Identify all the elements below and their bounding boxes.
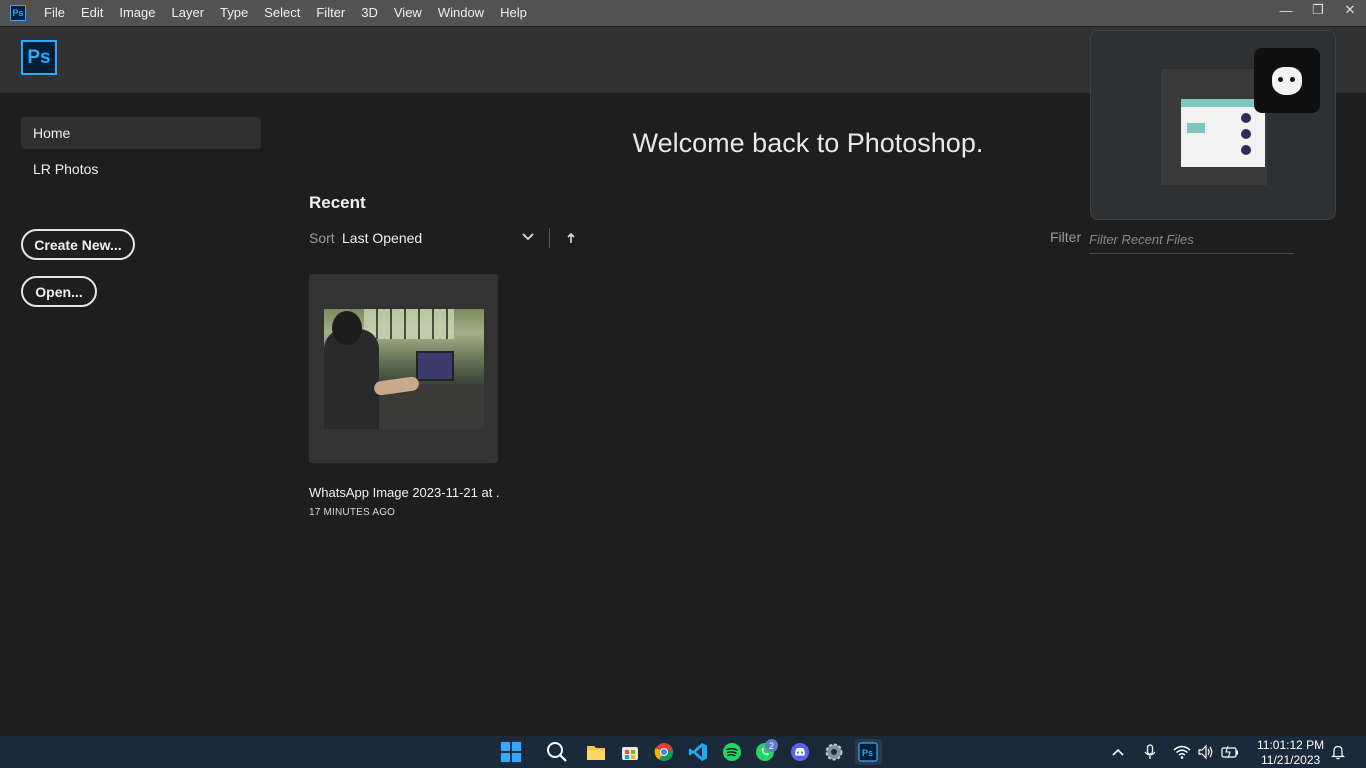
settings-icon[interactable] — [823, 741, 845, 763]
menu-bar: Ps File Edit Image Layer Type Select Fil… — [0, 0, 1366, 26]
taskbar: 2 Ps 11:01:12 PM 11/21/2023 — [0, 736, 1366, 768]
menu-filter[interactable]: Filter — [308, 0, 353, 26]
create-new-button[interactable]: Create New... — [21, 229, 135, 260]
sort-direction-up-icon[interactable] — [565, 230, 577, 246]
filter-label: Filter — [1050, 229, 1082, 245]
windows-start-icon[interactable] — [500, 741, 522, 763]
menu-type[interactable]: Type — [212, 0, 256, 26]
menu-layer[interactable]: Layer — [164, 0, 213, 26]
photoshop-logo: Ps — [21, 40, 57, 75]
svg-text:Ps: Ps — [862, 748, 873, 758]
menu-edit[interactable]: Edit — [73, 0, 111, 26]
taskbar-window-preview[interactable] — [1090, 30, 1336, 220]
show-hidden-icons-chevron-up-icon[interactable] — [1111, 744, 1125, 760]
wifi-icon[interactable] — [1173, 744, 1191, 760]
clock-date[interactable]: 11/21/2023 — [1261, 753, 1320, 767]
chrome-icon[interactable] — [653, 741, 675, 763]
filter-recent-files-input[interactable] — [1089, 226, 1294, 254]
clock-time[interactable]: 11:01:12 PM — [1257, 738, 1324, 752]
whatsapp-badge: 2 — [765, 739, 778, 752]
microsoft-store-icon[interactable] — [619, 741, 641, 763]
menu-select[interactable]: Select — [256, 0, 308, 26]
notification-bell-icon[interactable] — [1331, 744, 1345, 760]
menu-window[interactable]: Window — [430, 0, 492, 26]
preview-app-avatar — [1254, 48, 1320, 113]
open-button[interactable]: Open... — [21, 276, 97, 307]
search-icon[interactable] — [546, 741, 568, 763]
close-button[interactable]: ✕ — [1334, 0, 1366, 20]
menu-view[interactable]: View — [386, 0, 430, 26]
menu-3d[interactable]: 3D — [353, 0, 386, 26]
recent-file-card[interactable] — [309, 274, 498, 463]
vscode-icon[interactable] — [687, 741, 709, 763]
preview-thumbnail[interactable] — [1161, 69, 1267, 185]
sidebar-item-lr-photos[interactable]: LR Photos — [21, 153, 261, 185]
photoshop-taskbar-icon[interactable]: Ps — [857, 741, 879, 763]
recent-file-thumbnail[interactable] — [324, 309, 484, 429]
battery-icon[interactable] — [1221, 744, 1239, 760]
recent-file-time: 17 MINUTES AGO — [309, 507, 396, 518]
sidebar-item-home[interactable]: Home — [21, 117, 261, 149]
volume-icon[interactable] — [1197, 744, 1215, 760]
menu-file[interactable]: File — [36, 0, 73, 26]
recent-file-name[interactable]: WhatsApp Image 2023-11-21 at ... — [309, 485, 499, 500]
window-controls: — ❐ ✕ — [1270, 0, 1366, 20]
file-explorer-icon[interactable] — [585, 741, 607, 763]
sort-divider — [549, 228, 550, 248]
recent-heading: Recent — [309, 193, 366, 212]
welcome-heading: Welcome back to Photoshop. — [632, 128, 984, 158]
microphone-icon[interactable] — [1143, 744, 1157, 760]
chevron-down-icon[interactable] — [520, 229, 536, 245]
menu-help[interactable]: Help — [492, 0, 535, 26]
sort-dropdown[interactable]: Last Opened — [342, 230, 422, 246]
spotify-icon[interactable] — [721, 741, 743, 763]
restore-button[interactable]: ❐ — [1302, 0, 1334, 20]
menu-image[interactable]: Image — [111, 0, 163, 26]
photoshop-app-icon[interactable]: Ps — [10, 5, 26, 21]
photoshop-window: Ps File Edit Image Layer Type Select Fil… — [0, 0, 1366, 736]
sort-label: Sort — [309, 230, 335, 246]
discord-icon[interactable] — [789, 741, 811, 763]
minimize-button[interactable]: — — [1270, 0, 1302, 20]
